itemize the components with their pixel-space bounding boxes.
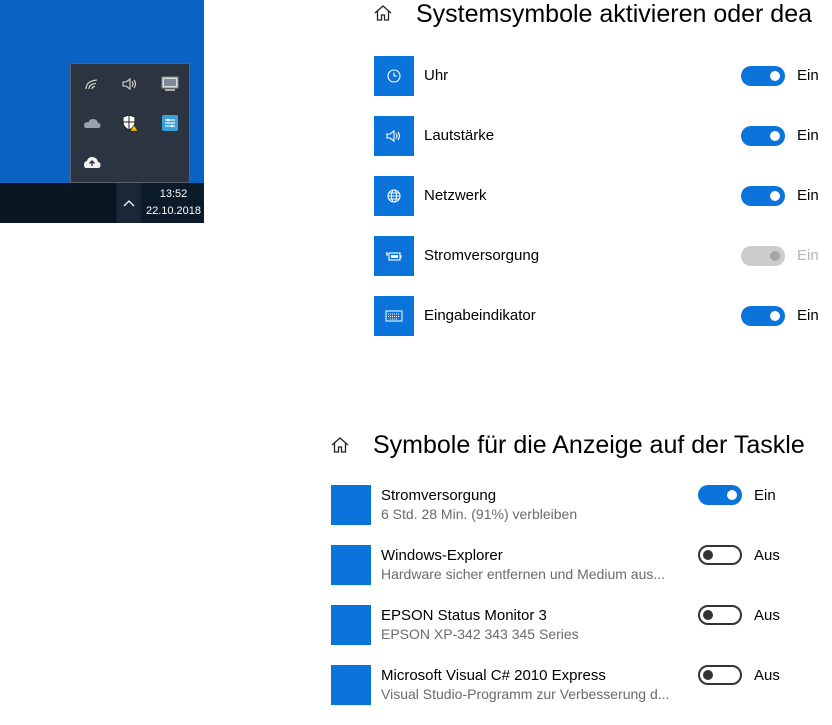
clock-toggle[interactable]	[741, 66, 785, 86]
taskbar-icon-row: EPSON Status Monitor 3 EPSON XP-342 343 …	[0, 605, 832, 645]
row-label: Microsoft Visual C# 2010 Express	[381, 667, 606, 684]
power-taskbar-toggle[interactable]	[698, 485, 742, 505]
system-icon-row-input: Eingabeindikator Ein	[0, 296, 832, 336]
network-toggle[interactable]	[741, 186, 785, 206]
taskbar-icon-row: Stromversorgung 6 Std. 28 Min. (91%) ver…	[0, 485, 832, 525]
toggle-state: Ein	[797, 67, 819, 84]
toggle-state: Ein	[797, 307, 819, 324]
volume-toggle[interactable]	[741, 126, 785, 146]
row-description: Visual Studio-Programm zur Verbesserung …	[381, 686, 670, 702]
toggle-state: Aus	[754, 607, 780, 624]
row-label: Lautstärke	[424, 127, 495, 144]
row-description: EPSON XP-342 343 345 Series	[381, 626, 579, 642]
taskbar-icon-row: Microsoft Visual C# 2010 Express Visual …	[0, 665, 832, 705]
app-icon-placeholder	[331, 605, 371, 645]
row-description: 6 Std. 28 Min. (91%) verbleiben	[381, 506, 578, 522]
row-label: EPSON Status Monitor 3	[381, 607, 547, 624]
toggle-state: Ein	[797, 247, 819, 264]
row-description: Hardware sicher entfernen und Medium aus…	[381, 566, 666, 582]
app-icon-placeholder	[331, 545, 371, 585]
row-label: Windows-Explorer	[381, 547, 503, 564]
battery-icon	[374, 236, 414, 276]
clock-icon	[374, 56, 414, 96]
visual-csharp-taskbar-toggle[interactable]	[698, 665, 742, 685]
toggle-state: Ein	[754, 487, 776, 504]
toggle-state: Ein	[797, 187, 819, 204]
row-label: Stromversorgung	[424, 247, 540, 264]
toggle-state: Aus	[754, 547, 780, 564]
input-indicator-toggle[interactable]	[741, 306, 785, 326]
app-icon-placeholder	[331, 485, 371, 525]
explorer-taskbar-toggle[interactable]	[698, 545, 742, 565]
keyboard-icon	[374, 296, 414, 336]
volume-icon	[374, 116, 414, 156]
taskbar-icon-row: Windows-Explorer Hardware sicher entfern…	[0, 545, 832, 585]
system-icon-row-network: Netzwerk Ein	[0, 176, 832, 216]
home-icon[interactable]	[330, 435, 352, 457]
system-icons-title: Systemsymbole aktivieren oder dea	[416, 0, 813, 28]
toggle-state: Aus	[754, 667, 780, 684]
system-icon-row-power: Stromversorgung Ein	[0, 236, 832, 276]
toggle-state: Ein	[797, 127, 819, 144]
taskbar-icons-title: Symbole für die Anzeige auf der Taskle	[373, 431, 805, 459]
power-toggle[interactable]	[741, 246, 785, 266]
system-icon-row-volume: Lautstärke Ein	[0, 116, 832, 156]
row-label: Eingabeindikator	[424, 307, 536, 324]
row-label: Stromversorgung	[381, 487, 497, 504]
row-label: Netzwerk	[424, 187, 487, 204]
home-icon[interactable]	[373, 3, 395, 25]
row-label: Uhr	[424, 67, 449, 84]
system-icon-row-clock: Uhr Ein	[0, 56, 832, 96]
epson-taskbar-toggle[interactable]	[698, 605, 742, 625]
globe-icon	[374, 176, 414, 216]
app-icon-placeholder	[331, 665, 371, 705]
